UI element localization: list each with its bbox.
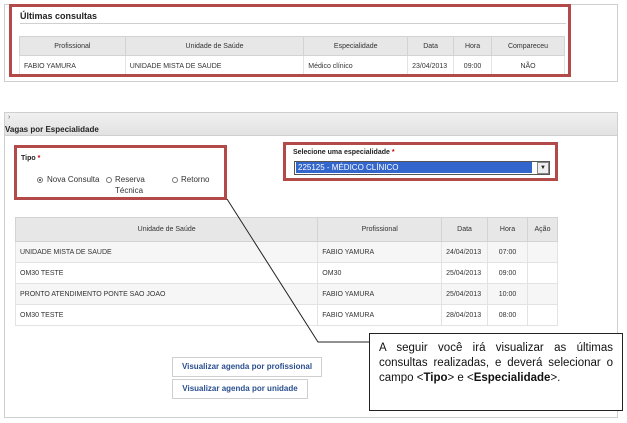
visualizar-agenda-profissional-button[interactable]: Visualizar agenda por profissional — [172, 357, 322, 377]
vagas-title: Vagas por Especialidade — [5, 125, 99, 134]
cell-acao[interactable] — [527, 283, 558, 305]
cell-acao[interactable] — [527, 241, 558, 263]
callout-bold-especialidade: Especialidade — [473, 372, 551, 384]
callout-text-2: > e < — [447, 372, 474, 384]
cell-unidade: OM30 TESTE — [14, 304, 319, 326]
cell-unidade: OM30 TESTE — [14, 262, 319, 284]
callout-bold-tipo: Tipo — [423, 372, 448, 384]
highlight-especialidade — [283, 142, 558, 181]
table-row[interactable]: UNIDADE MISTA DE SAUDE FABIO YAMURA 24/0… — [14, 241, 558, 263]
cell-profissional: FABIO YAMURA — [317, 241, 443, 263]
cell-hora: 07:00 — [487, 241, 528, 263]
cell-unidade: UNIDADE MISTA DE SAUDE — [14, 241, 319, 263]
cell-data: 24/04/2013 — [441, 241, 489, 263]
visualizar-agenda-unidade-button[interactable]: Visualizar agenda por unidade — [172, 379, 308, 399]
highlight-tipo — [14, 145, 227, 200]
cell-profissional: FABIO YAMURA — [317, 283, 443, 305]
callout-text-3: >. — [550, 372, 561, 384]
cell-profissional: OM30 — [317, 262, 443, 284]
instruction-callout: A seguir você irá visualizar as últimas … — [369, 333, 623, 411]
cell-acao[interactable] — [527, 304, 558, 326]
cell-data: 25/04/2013 — [441, 262, 489, 284]
cell-data: 25/04/2013 — [441, 283, 489, 305]
col-profissional: Profissional — [317, 217, 443, 242]
cell-profissional: FABIO YAMURA — [317, 304, 443, 326]
cell-data: 28/04/2013 — [441, 304, 489, 326]
highlight-ultimas-consultas — [9, 4, 571, 77]
vagas-table: Unidade de Saúde Profissional Data Hora … — [14, 217, 558, 326]
table-row[interactable]: PRONTO ATENDIMENTO PONTE SAO JOAO FABIO … — [14, 283, 558, 305]
chevron-right-icon[interactable]: › — [8, 114, 10, 121]
table-row[interactable]: OM30 TESTE OM30 25/04/2013 09:00 — [14, 262, 558, 284]
col-unidade: Unidade de Saúde — [14, 217, 319, 242]
cell-unidade: PRONTO ATENDIMENTO PONTE SAO JOAO — [14, 283, 319, 305]
table-row[interactable]: OM30 TESTE FABIO YAMURA 28/04/2013 08:00 — [14, 304, 558, 326]
col-acao: Ação — [527, 217, 558, 242]
cell-hora: 08:00 — [487, 304, 528, 326]
cell-hora: 09:00 — [487, 262, 528, 284]
cell-acao[interactable] — [527, 262, 558, 284]
cell-hora: 10:00 — [487, 283, 528, 305]
col-data: Data — [441, 217, 489, 242]
col-hora: Hora — [487, 217, 528, 242]
